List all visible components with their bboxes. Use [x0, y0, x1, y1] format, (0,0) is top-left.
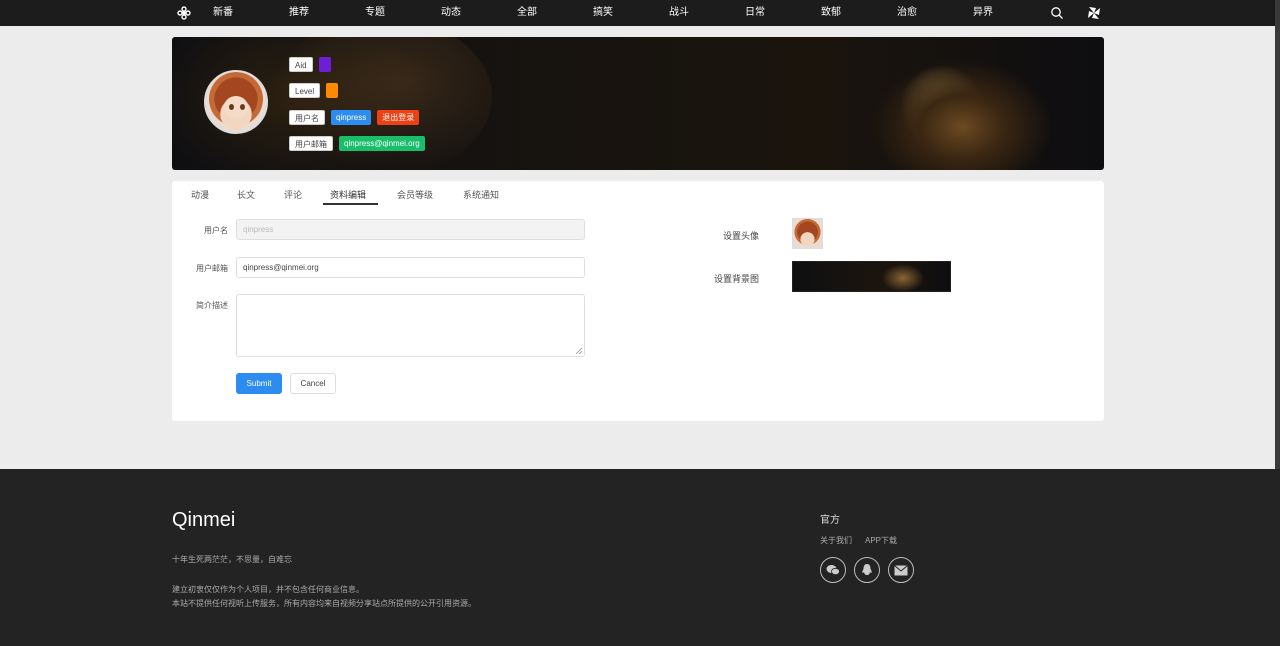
username-row: 用户名 qinpress 退出登录 [289, 110, 420, 125]
nav-item-dongtai[interactable]: 动态 [441, 0, 461, 26]
nav-item-tuijian[interactable]: 推荐 [289, 0, 309, 26]
pinwheel-icon[interactable] [1087, 6, 1101, 20]
tab-bar: 动漫 长文 评论 资料编辑 会员等级 系统通知 [172, 181, 1104, 207]
email-field[interactable]: qinpress@qinmei.org [236, 257, 585, 278]
tab-membership[interactable]: 会员等级 [397, 188, 433, 201]
footer-link-about[interactable]: 关于我们 [820, 535, 852, 546]
background-upload[interactable] [792, 261, 951, 292]
nav-item-gaoxiao[interactable]: 搞笑 [593, 0, 613, 26]
bio-textarea[interactable] [236, 294, 585, 357]
bio-field-label: 简介描述 [196, 301, 228, 310]
aid-label: Aid [289, 57, 313, 72]
cancel-button[interactable]: Cancel [290, 373, 336, 394]
search-icon[interactable] [1050, 6, 1064, 20]
email-badge: qinpress@qinmei.org [339, 136, 425, 151]
nav-item-richang[interactable]: 日常 [745, 0, 765, 26]
set-avatar-label: 设置头像 [722, 231, 759, 241]
nav-item-yijie[interactable]: 异界 [973, 0, 993, 26]
nav-item-xinfan[interactable]: 新番 [213, 0, 233, 26]
avatar-upload[interactable] [792, 218, 823, 249]
aid-row: Aid [289, 57, 331, 72]
footer-motto: 十年生死两茫茫，不思量，自难忘 [172, 555, 292, 564]
footer-disclaimer-1: 建立初衷仅仅作为个人项目，并不包含任何商业信息。 [172, 585, 364, 594]
username-field-label: 用户名 [204, 226, 228, 235]
qq-icon[interactable] [854, 557, 880, 583]
footer-brand: Qinmei [172, 509, 236, 531]
profile-banner: Aid Level 用户名 qinpress 退出登录 用户邮箱 qinpres… [172, 37, 1104, 170]
avatar [204, 70, 268, 134]
email-field-value: qinpress@qinmei.org [243, 263, 319, 272]
top-navigation: 新番 推荐 专题 动态 全部 搞笑 战斗 日常 致郁 治愈 异界 [0, 0, 1280, 26]
email-row: 用户邮箱 qinpress@qinmei.org [289, 136, 425, 151]
resize-handle-icon[interactable] [576, 348, 582, 354]
tab-notifications[interactable]: 系统通知 [463, 188, 499, 201]
footer-disclaimer-2: 本站不提供任何视听上传服务，所有内容均来自视频分享站点所提供的公开引用资源。 [172, 599, 476, 608]
username-badge: qinpress [331, 110, 372, 125]
username-field-value: qinpress [243, 225, 274, 234]
tab-comments[interactable]: 评论 [284, 188, 302, 201]
email-field-label: 用户邮箱 [196, 264, 228, 273]
active-tab-indicator [323, 203, 378, 205]
nav-item-zhiyu-sad[interactable]: 致郁 [821, 0, 841, 26]
mail-icon[interactable] [888, 557, 914, 583]
footer-official-title: 官方 [820, 515, 840, 526]
aid-color-badge [318, 57, 331, 72]
nav-item-quanbu[interactable]: 全部 [517, 0, 537, 26]
username-label: 用户名 [289, 110, 325, 125]
tab-articles[interactable]: 长文 [237, 188, 255, 201]
level-row: Level [289, 83, 339, 98]
level-label: Level [289, 83, 321, 98]
submit-button[interactable]: Submit [236, 373, 282, 394]
set-background-label: 设置背景图 [713, 274, 759, 284]
flower-icon[interactable] [177, 6, 191, 20]
username-field[interactable]: qinpress [236, 219, 585, 240]
footer: Qinmei 十年生死两茫茫，不思量，自难忘 建立初衷仅仅作为个人项目，并不包含… [0, 469, 1280, 646]
nav-item-zhuanti[interactable]: 专题 [365, 0, 385, 26]
nav-item-zhiyu-heal[interactable]: 治愈 [897, 0, 917, 26]
nav-item-zhandou[interactable]: 战斗 [669, 0, 689, 26]
tab-profile-edit[interactable]: 资料编辑 [330, 188, 366, 201]
wechat-icon[interactable] [820, 557, 846, 583]
logout-button[interactable]: 退出登录 [377, 110, 420, 125]
tab-anime[interactable]: 动漫 [191, 188, 209, 201]
level-color-badge [326, 83, 339, 98]
profile-edit-panel: 动漫 长文 评论 资料编辑 会员等级 系统通知 用户名 qinpress 用户邮… [172, 181, 1104, 421]
email-label: 用户邮箱 [289, 136, 333, 151]
footer-link-app[interactable]: APP下载 [865, 535, 897, 546]
